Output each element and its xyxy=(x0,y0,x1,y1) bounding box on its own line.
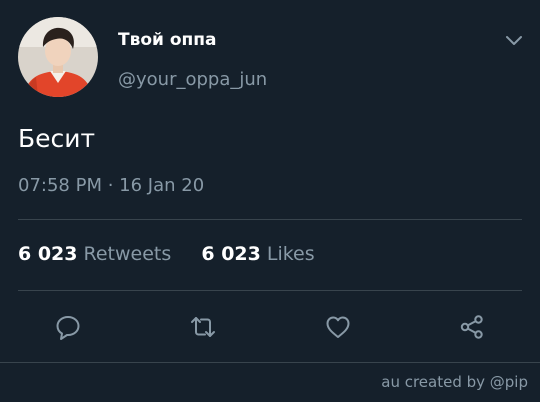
likes-count: 6 023 xyxy=(201,243,261,265)
display-name[interactable]: Твой оппа xyxy=(118,30,217,50)
reply-button[interactable] xyxy=(54,313,82,341)
retweet-icon xyxy=(189,313,217,341)
tweet-text: Бесит xyxy=(18,124,96,153)
retweets-stat[interactable]: 6 023 Retweets xyxy=(18,243,177,265)
likes-label: Likes xyxy=(266,243,315,265)
share-icon xyxy=(458,313,486,341)
divider xyxy=(18,290,522,291)
tweet-timestamp[interactable]: 07:58 PM · 16 Jan 20 xyxy=(18,175,204,196)
reply-icon xyxy=(54,313,82,341)
divider xyxy=(18,219,522,220)
retweet-button[interactable] xyxy=(189,313,217,341)
like-button[interactable] xyxy=(324,313,352,341)
share-button[interactable] xyxy=(458,313,486,341)
tweet-card: Твой оппа @your_oppa_jun Бесит 07:58 PM … xyxy=(0,0,540,402)
likes-stat[interactable]: 6 023 Likes xyxy=(201,243,314,265)
retweets-count: 6 023 xyxy=(18,243,78,265)
credit-text: au created by @pip xyxy=(381,373,528,391)
divider xyxy=(0,362,540,363)
user-handle[interactable]: @your_oppa_jun xyxy=(118,69,267,90)
avatar[interactable] xyxy=(18,17,98,97)
heart-icon xyxy=(324,313,352,341)
chevron-down-icon[interactable] xyxy=(504,30,524,50)
avatar-image xyxy=(18,17,98,97)
retweets-label: Retweets xyxy=(83,243,172,265)
tweet-stats: 6 023 Retweets 6 023 Likes xyxy=(18,243,315,265)
